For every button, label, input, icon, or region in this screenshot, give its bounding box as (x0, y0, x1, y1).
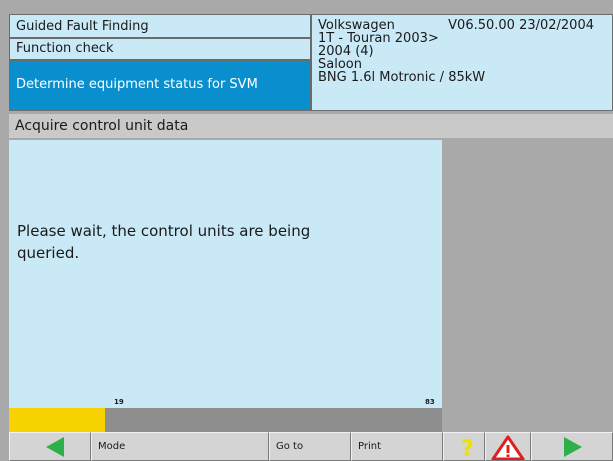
help-button[interactable]: ? (443, 432, 485, 461)
warning-triangle-icon (491, 435, 525, 460)
content-panel: Please wait, the control units are being… (9, 140, 442, 408)
toolbar: Mode Go to Print ? (9, 432, 613, 461)
status-message: Please wait, the control units are being… (17, 222, 311, 262)
svg-text:?: ? (461, 437, 474, 459)
progress-bar-fill (9, 408, 105, 432)
progress-current: 19 (114, 398, 124, 406)
section-title: Acquire control unit data (9, 114, 613, 138)
goto-label: Go to (276, 441, 304, 452)
warning-button[interactable] (485, 432, 531, 461)
breadcrumb-determine-equipment-status[interactable]: Determine equipment status for SVM (9, 60, 311, 111)
breadcrumb-function-check[interactable]: Function check (9, 38, 311, 60)
mode-button[interactable]: Mode (91, 432, 269, 461)
progress-max: 83 (425, 398, 435, 406)
goto-button[interactable]: Go to (269, 432, 351, 461)
side-panel (442, 140, 613, 432)
breadcrumb-guided-fault-finding[interactable]: Guided Fault Finding (9, 14, 311, 38)
back-button[interactable] (9, 432, 91, 461)
vehicle-engine: BNG 1.6l Motronic / 85kW (318, 70, 486, 85)
forward-button[interactable] (531, 432, 613, 461)
progress-labels: 19 83 (9, 398, 442, 408)
question-mark-icon: ? (461, 437, 474, 459)
left-arrow-icon (46, 437, 64, 457)
print-button[interactable]: Print (351, 432, 443, 461)
vehicle-info-panel: Volkswagen V06.50.00 23/02/2004 1T - Tou… (311, 14, 613, 111)
print-label: Print (358, 441, 382, 452)
mode-label: Mode (98, 441, 126, 452)
software-version: V06.50.00 23/02/2004 (448, 18, 594, 33)
right-arrow-icon (564, 437, 582, 457)
